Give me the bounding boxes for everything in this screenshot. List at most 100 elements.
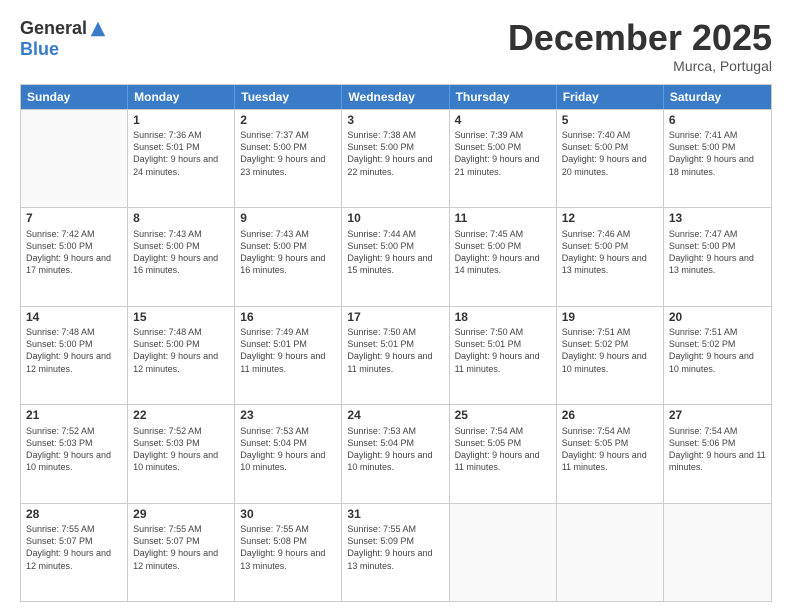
day-info: Sunrise: 7:51 AMSunset: 5:02 PMDaylight:…	[669, 326, 766, 375]
day-cell-14: 14Sunrise: 7:48 AMSunset: 5:00 PMDayligh…	[21, 307, 128, 404]
day-cell-29: 29Sunrise: 7:55 AMSunset: 5:07 PMDayligh…	[128, 504, 235, 601]
day-info: Sunrise: 7:52 AMSunset: 5:03 PMDaylight:…	[26, 425, 122, 474]
day-number: 16	[240, 310, 336, 326]
day-number: 1	[133, 113, 229, 129]
day-info: Sunrise: 7:40 AMSunset: 5:00 PMDaylight:…	[562, 129, 658, 178]
calendar-row-1: 1Sunrise: 7:36 AMSunset: 5:01 PMDaylight…	[21, 109, 771, 207]
day-info: Sunrise: 7:45 AMSunset: 5:00 PMDaylight:…	[455, 228, 551, 277]
day-number: 19	[562, 310, 658, 326]
day-info: Sunrise: 7:54 AMSunset: 5:05 PMDaylight:…	[455, 425, 551, 474]
day-number: 31	[347, 507, 443, 523]
day-info: Sunrise: 7:55 AMSunset: 5:08 PMDaylight:…	[240, 523, 336, 572]
empty-cell	[664, 504, 771, 601]
day-number: 18	[455, 310, 551, 326]
day-info: Sunrise: 7:38 AMSunset: 5:00 PMDaylight:…	[347, 129, 443, 178]
day-cell-6: 6Sunrise: 7:41 AMSunset: 5:00 PMDaylight…	[664, 110, 771, 207]
day-number: 30	[240, 507, 336, 523]
day-number: 20	[669, 310, 766, 326]
day-number: 10	[347, 211, 443, 227]
day-number: 6	[669, 113, 766, 129]
day-info: Sunrise: 7:44 AMSunset: 5:00 PMDaylight:…	[347, 228, 443, 277]
day-cell-2: 2Sunrise: 7:37 AMSunset: 5:00 PMDaylight…	[235, 110, 342, 207]
day-cell-3: 3Sunrise: 7:38 AMSunset: 5:00 PMDaylight…	[342, 110, 449, 207]
day-number: 26	[562, 408, 658, 424]
day-cell-16: 16Sunrise: 7:49 AMSunset: 5:01 PMDayligh…	[235, 307, 342, 404]
logo-general-text: General	[20, 18, 87, 39]
header-day-monday: Monday	[128, 85, 235, 109]
day-number: 12	[562, 211, 658, 227]
empty-cell	[557, 504, 664, 601]
header-day-sunday: Sunday	[21, 85, 128, 109]
day-number: 11	[455, 211, 551, 227]
day-number: 22	[133, 408, 229, 424]
day-info: Sunrise: 7:55 AMSunset: 5:07 PMDaylight:…	[26, 523, 122, 572]
day-number: 4	[455, 113, 551, 129]
header-day-tuesday: Tuesday	[235, 85, 342, 109]
calendar-row-2: 7Sunrise: 7:42 AMSunset: 5:00 PMDaylight…	[21, 207, 771, 305]
day-cell-20: 20Sunrise: 7:51 AMSunset: 5:02 PMDayligh…	[664, 307, 771, 404]
logo-icon	[89, 20, 107, 38]
day-number: 5	[562, 113, 658, 129]
calendar-body: 1Sunrise: 7:36 AMSunset: 5:01 PMDaylight…	[21, 109, 771, 601]
day-cell-5: 5Sunrise: 7:40 AMSunset: 5:00 PMDaylight…	[557, 110, 664, 207]
day-info: Sunrise: 7:43 AMSunset: 5:00 PMDaylight:…	[133, 228, 229, 277]
day-info: Sunrise: 7:54 AMSunset: 5:06 PMDaylight:…	[669, 425, 766, 474]
day-number: 28	[26, 507, 122, 523]
day-number: 27	[669, 408, 766, 424]
calendar-header: SundayMondayTuesdayWednesdayThursdayFrid…	[21, 85, 771, 109]
day-cell-19: 19Sunrise: 7:51 AMSunset: 5:02 PMDayligh…	[557, 307, 664, 404]
empty-cell	[21, 110, 128, 207]
day-cell-10: 10Sunrise: 7:44 AMSunset: 5:00 PMDayligh…	[342, 208, 449, 305]
day-number: 23	[240, 408, 336, 424]
day-cell-1: 1Sunrise: 7:36 AMSunset: 5:01 PMDaylight…	[128, 110, 235, 207]
month-title: December 2025	[508, 18, 772, 58]
day-info: Sunrise: 7:55 AMSunset: 5:09 PMDaylight:…	[347, 523, 443, 572]
day-number: 14	[26, 310, 122, 326]
day-number: 2	[240, 113, 336, 129]
day-number: 8	[133, 211, 229, 227]
day-number: 17	[347, 310, 443, 326]
day-cell-13: 13Sunrise: 7:47 AMSunset: 5:00 PMDayligh…	[664, 208, 771, 305]
day-number: 13	[669, 211, 766, 227]
day-number: 29	[133, 507, 229, 523]
day-info: Sunrise: 7:46 AMSunset: 5:00 PMDaylight:…	[562, 228, 658, 277]
day-info: Sunrise: 7:37 AMSunset: 5:00 PMDaylight:…	[240, 129, 336, 178]
day-cell-28: 28Sunrise: 7:55 AMSunset: 5:07 PMDayligh…	[21, 504, 128, 601]
day-info: Sunrise: 7:52 AMSunset: 5:03 PMDaylight:…	[133, 425, 229, 474]
page: General Blue December 2025 Murca, Portug…	[0, 0, 792, 612]
day-cell-18: 18Sunrise: 7:50 AMSunset: 5:01 PMDayligh…	[450, 307, 557, 404]
day-info: Sunrise: 7:39 AMSunset: 5:00 PMDaylight:…	[455, 129, 551, 178]
location: Murca, Portugal	[508, 58, 772, 74]
day-cell-21: 21Sunrise: 7:52 AMSunset: 5:03 PMDayligh…	[21, 405, 128, 502]
day-number: 7	[26, 211, 122, 227]
day-number: 25	[455, 408, 551, 424]
day-cell-12: 12Sunrise: 7:46 AMSunset: 5:00 PMDayligh…	[557, 208, 664, 305]
day-number: 9	[240, 211, 336, 227]
day-info: Sunrise: 7:51 AMSunset: 5:02 PMDaylight:…	[562, 326, 658, 375]
day-info: Sunrise: 7:43 AMSunset: 5:00 PMDaylight:…	[240, 228, 336, 277]
header: General Blue December 2025 Murca, Portug…	[20, 18, 772, 74]
day-info: Sunrise: 7:54 AMSunset: 5:05 PMDaylight:…	[562, 425, 658, 474]
logo-blue-text: Blue	[20, 39, 59, 60]
day-info: Sunrise: 7:48 AMSunset: 5:00 PMDaylight:…	[133, 326, 229, 375]
day-number: 3	[347, 113, 443, 129]
day-info: Sunrise: 7:36 AMSunset: 5:01 PMDaylight:…	[133, 129, 229, 178]
day-cell-27: 27Sunrise: 7:54 AMSunset: 5:06 PMDayligh…	[664, 405, 771, 502]
day-info: Sunrise: 7:49 AMSunset: 5:01 PMDaylight:…	[240, 326, 336, 375]
day-info: Sunrise: 7:53 AMSunset: 5:04 PMDaylight:…	[347, 425, 443, 474]
day-number: 15	[133, 310, 229, 326]
day-cell-4: 4Sunrise: 7:39 AMSunset: 5:00 PMDaylight…	[450, 110, 557, 207]
logo: General Blue	[20, 18, 107, 60]
day-cell-26: 26Sunrise: 7:54 AMSunset: 5:05 PMDayligh…	[557, 405, 664, 502]
day-info: Sunrise: 7:53 AMSunset: 5:04 PMDaylight:…	[240, 425, 336, 474]
day-cell-9: 9Sunrise: 7:43 AMSunset: 5:00 PMDaylight…	[235, 208, 342, 305]
day-cell-23: 23Sunrise: 7:53 AMSunset: 5:04 PMDayligh…	[235, 405, 342, 502]
header-day-wednesday: Wednesday	[342, 85, 449, 109]
calendar-row-5: 28Sunrise: 7:55 AMSunset: 5:07 PMDayligh…	[21, 503, 771, 601]
day-info: Sunrise: 7:42 AMSunset: 5:00 PMDaylight:…	[26, 228, 122, 277]
day-number: 21	[26, 408, 122, 424]
day-info: Sunrise: 7:48 AMSunset: 5:00 PMDaylight:…	[26, 326, 122, 375]
day-cell-30: 30Sunrise: 7:55 AMSunset: 5:08 PMDayligh…	[235, 504, 342, 601]
day-cell-7: 7Sunrise: 7:42 AMSunset: 5:00 PMDaylight…	[21, 208, 128, 305]
header-day-friday: Friday	[557, 85, 664, 109]
